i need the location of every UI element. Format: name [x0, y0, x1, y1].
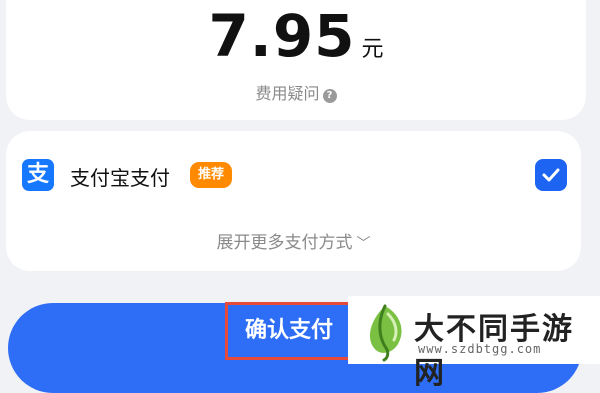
payment-method-card: 支 支付宝支付 推荐 展开更多支付方式 ﹀ — [6, 131, 581, 271]
watermark: 大不同手游网 www.szdbtgg.com — [348, 296, 600, 391]
price-unit: 元 — [361, 37, 384, 62]
price-display: 7.95 元 — [6, 2, 586, 70]
checkmark-icon — [542, 168, 560, 182]
recommend-badge: 推荐 — [190, 162, 233, 188]
more-payment-methods-label: 展开更多支付方式 — [216, 233, 353, 253]
fee-question-link[interactable]: 费用疑问? — [6, 80, 586, 104]
question-circle-icon[interactable]: ? — [322, 89, 337, 103]
more-payment-methods-toggle[interactable]: 展开更多支付方式 ﹀ — [6, 228, 581, 253]
fee-question-label: 费用疑问 — [255, 84, 320, 103]
price-amount: 7.95 — [208, 2, 356, 70]
confirm-payment-label[interactable]: 确认支付 — [225, 302, 353, 360]
payment-method-label: 支付宝支付 — [70, 166, 170, 190]
leaf-logo-icon — [369, 304, 402, 362]
alipay-icon: 支 — [22, 159, 54, 191]
selected-checkbox[interactable] — [535, 159, 567, 191]
chevron-down-icon: ﹀ — [356, 236, 371, 252]
watermark-url: www.szdbtgg.com — [418, 342, 542, 356]
price-card: 7.95 元 费用疑问? — [6, 0, 586, 120]
payment-method-alipay[interactable]: 支 支付宝支付 推荐 — [22, 159, 567, 193]
